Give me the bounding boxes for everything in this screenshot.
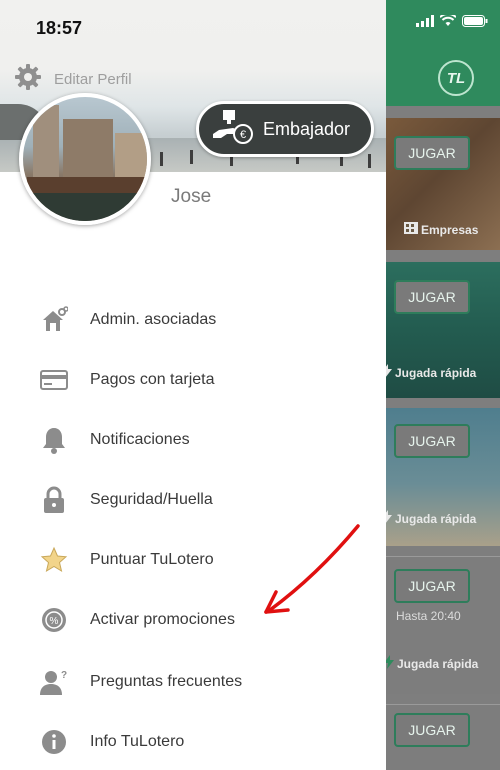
game-card[interactable]: JUGAR — [386, 704, 500, 770]
info-icon — [40, 728, 68, 756]
building-icon — [404, 222, 418, 237]
menu-label: Notificaciones — [90, 431, 190, 448]
lightning-icon — [386, 655, 394, 672]
game-card[interactable]: JUGAR Jugada rápida — [386, 262, 500, 398]
status-time: 18:57 — [36, 18, 83, 38]
ambassador-label: Embajador — [263, 118, 351, 139]
deadline-text: Hasta 20:40 — [396, 609, 461, 623]
svg-text:%: % — [50, 616, 59, 627]
menu-label: Activar promociones — [90, 611, 235, 628]
percent-badge-icon: % — [40, 606, 68, 634]
avatar[interactable] — [19, 93, 151, 225]
lightning-icon — [386, 364, 392, 381]
jugar-button[interactable]: JUGAR — [394, 569, 470, 603]
lightning-icon — [386, 510, 392, 527]
jugar-button[interactable]: JUGAR — [394, 280, 470, 314]
menu-item-cards[interactable]: Pagos con tarjeta — [40, 360, 215, 400]
bell-icon — [40, 426, 68, 454]
game-card[interactable]: JUGAR Empresas — [386, 118, 500, 250]
jugar-button[interactable]: JUGAR — [394, 136, 470, 170]
user-question-icon: ? — [40, 668, 68, 696]
menu-item-notifications[interactable]: Notificaciones — [40, 420, 190, 460]
house-link-icon — [40, 306, 68, 334]
menu-label: Puntuar TuLotero — [90, 551, 214, 568]
menu-item-info[interactable]: Info TuLotero — [40, 722, 184, 762]
menu-label: Preguntas frecuentes — [90, 673, 243, 690]
signal-icon — [416, 14, 434, 32]
menu-label: Admin. asociadas — [90, 311, 217, 328]
credit-card-icon — [40, 366, 68, 394]
menu-label: Seguridad/Huella — [90, 491, 213, 508]
menu-item-admin[interactable]: Admin. asociadas — [40, 300, 216, 340]
app-logo[interactable]: TL — [438, 60, 474, 96]
menu-item-rate[interactable]: Puntuar TuLotero — [40, 540, 214, 580]
background-app: TL JUGAR Empresas JUGAR Jugada rápida JU… — [386, 0, 500, 770]
battery-icon — [462, 14, 488, 32]
game-card[interactable]: JUGAR Jugada rápida — [386, 408, 500, 546]
wifi-icon — [439, 13, 457, 32]
star-icon — [40, 546, 68, 574]
ambassador-button[interactable]: € Embajador — [196, 101, 374, 157]
edit-profile-button[interactable]: Editar Perfil — [14, 63, 132, 96]
username: Jose — [171, 186, 212, 207]
hand-coin-icon: € — [209, 108, 255, 151]
lock-icon — [40, 486, 68, 514]
jugar-button[interactable]: JUGAR — [394, 713, 470, 747]
app-header: TL — [386, 0, 500, 106]
menu-label: Pagos con tarjeta — [90, 371, 215, 388]
menu-item-promotions[interactable]: % Activar promociones — [40, 600, 235, 640]
menu-label: Info TuLotero — [90, 733, 185, 750]
gear-icon — [14, 63, 42, 96]
status-icons — [416, 13, 488, 32]
card-label: Empresas — [404, 222, 478, 237]
svg-text:?: ? — [61, 670, 67, 681]
edit-profile-label: Editar Perfil — [54, 71, 132, 88]
game-card[interactable]: JUGAR Hasta 20:40 Jugada rápida — [386, 556, 500, 694]
card-label: Jugada rápida — [386, 655, 478, 672]
side-drawer: 18:57 Editar Perfil Jose € Embajador Adm… — [0, 0, 386, 770]
menu-item-security[interactable]: Seguridad/Huella — [40, 480, 213, 520]
screen: TL JUGAR Empresas JUGAR Jugada rápida JU… — [0, 0, 500, 770]
svg-text:€: € — [240, 129, 246, 141]
jugar-button[interactable]: JUGAR — [394, 424, 470, 458]
card-label: Jugada rápida — [386, 510, 476, 527]
menu-item-faq[interactable]: ? Preguntas frecuentes — [40, 662, 242, 702]
card-label: Jugada rápida — [386, 364, 476, 381]
